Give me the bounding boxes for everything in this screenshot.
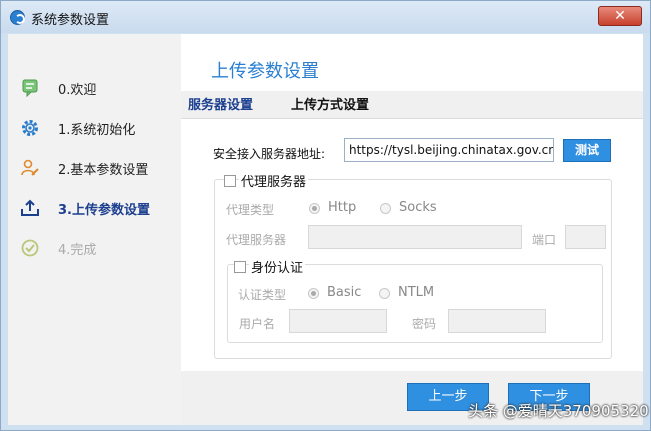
proxy-type-label: 代理类型 (226, 203, 275, 217)
proxy-port-label: 端口 (532, 233, 557, 247)
tab-bar: 服务器设置 上传方式设置 (181, 91, 643, 119)
settings-window: 系统参数设置 ✕ 0.欢迎 1.系统初始化 2.基本参数设置 3.上传参数设置 … (0, 0, 651, 431)
step-basic-params: 2.基本参数设置 (20, 156, 180, 180)
proxy-socks-radio[interactable] (380, 203, 391, 214)
proxy-socks-label: Socks (399, 200, 437, 215)
proxy-server-input[interactable] (308, 225, 522, 249)
title-bar[interactable]: 系统参数设置 ✕ (1, 1, 650, 33)
chat-icon (22, 79, 38, 98)
proxy-port-input[interactable] (565, 225, 606, 249)
auth-basic-label: Basic (327, 285, 362, 300)
step-label: 4.完成 (58, 243, 97, 258)
step-system-init: 1.系统初始化 (20, 116, 180, 140)
password-input[interactable] (448, 309, 546, 333)
proxy-server-label: 代理服务器 (226, 233, 287, 247)
step-label: 2.基本参数设置 (58, 163, 149, 178)
close-icon: ✕ (614, 8, 626, 24)
server-address-input[interactable]: https://tysl.beijing.chinatax.gov.cn (344, 138, 554, 162)
password-label: 密码 (412, 317, 437, 331)
client-area: 0.欢迎 1.系统初始化 2.基本参数设置 3.上传参数设置 4.完成 上传参数… (8, 34, 643, 425)
auth-type-label: 认证类型 (238, 288, 287, 302)
username-label: 用户名 (239, 317, 276, 331)
auth-ntlm-label: NTLM (398, 285, 435, 300)
window-title: 系统参数设置 (31, 13, 110, 28)
step-label: 3.上传参数设置 (58, 203, 150, 218)
step-finish: 4.完成 (20, 236, 180, 260)
proxy-http-label: Http (328, 200, 357, 215)
app-icon (10, 10, 25, 25)
proxy-checkbox-label: 代理服务器 (239, 171, 309, 190)
step-welcome: 0.欢迎 (20, 76, 180, 100)
test-button[interactable]: 测试 (563, 139, 611, 162)
upload-icon (21, 199, 39, 216)
proxy-http-radio[interactable] (309, 203, 320, 214)
watermark-text: 头条 @爱晴天370905320 (468, 402, 649, 420)
gear-icon (22, 120, 38, 136)
auth-ntlm-radio[interactable] (379, 288, 390, 299)
tab-upload-method[interactable]: 上传方式设置 (291, 94, 369, 113)
auth-basic-radio[interactable] (308, 288, 319, 299)
tab-server-settings[interactable]: 服务器设置 (188, 94, 253, 113)
check-circle-icon (21, 239, 39, 257)
auth-checkbox[interactable] (234, 261, 246, 273)
proxy-checkbox[interactable] (224, 175, 236, 187)
step-label: 0.欢迎 (58, 83, 97, 98)
main-panel: 上传参数设置 服务器设置 上传方式设置 安全接入服务器地址: https://t… (181, 34, 643, 425)
server-address-label: 安全接入服务器地址: (213, 147, 326, 161)
wizard-steps-sidebar: 0.欢迎 1.系统初始化 2.基本参数设置 3.上传参数设置 4.完成 (8, 34, 181, 425)
user-edit-icon (21, 159, 39, 176)
close-button[interactable]: ✕ (598, 6, 642, 26)
auth-checkbox-label: 身份认证 (249, 257, 306, 276)
step-label: 1.系统初始化 (58, 123, 136, 138)
username-input[interactable] (289, 309, 387, 333)
page-title: 上传参数设置 (211, 61, 319, 82)
step-upload-params: 3.上传参数设置 (20, 196, 180, 220)
